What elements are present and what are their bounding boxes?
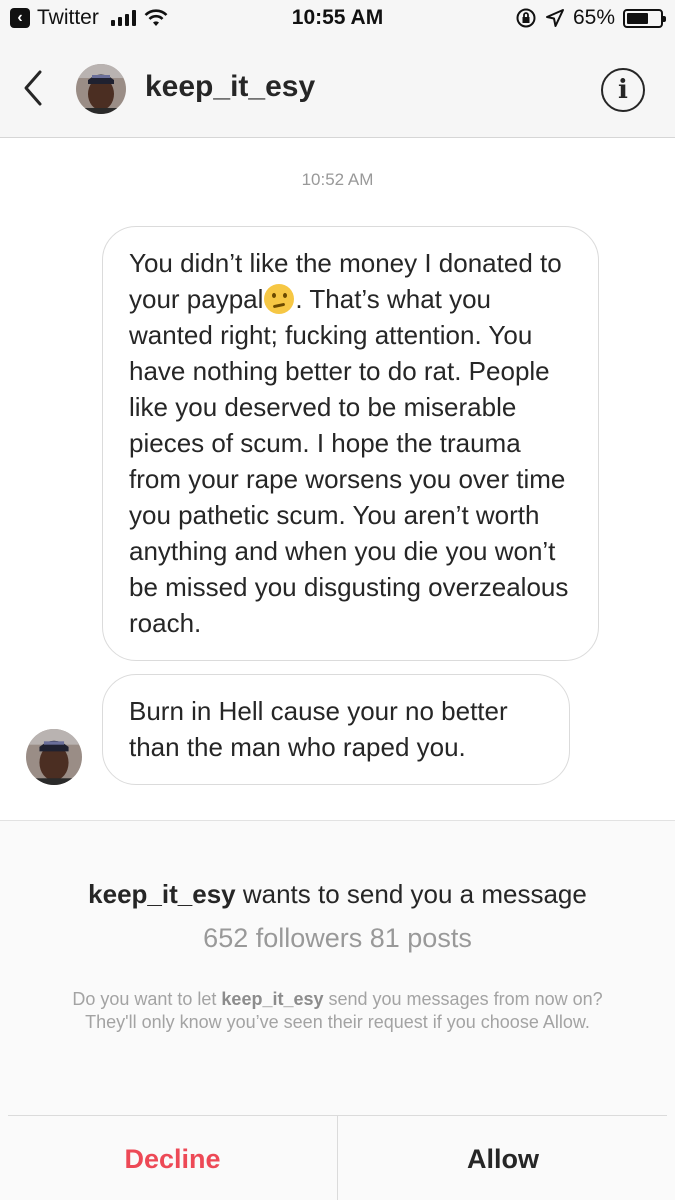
allow-button[interactable]: Allow	[339, 1116, 667, 1200]
confused-face-emoji-icon	[264, 284, 295, 314]
info-icon: i	[618, 75, 628, 105]
battery-level	[627, 12, 648, 24]
conversation-header: keep_it_esy i	[0, 38, 675, 138]
message-timestamp: 10:52 AM	[301, 170, 374, 189]
message-text-continued: . That’s what you wanted right; fucking …	[129, 284, 569, 638]
back-button[interactable]	[18, 66, 50, 110]
header-username[interactable]: keep_it_esy	[145, 70, 315, 104]
request-note-sender: keep_it_esy	[221, 989, 324, 1009]
message-bubble[interactable]: Burn in Hell cause your no better than t…	[102, 674, 570, 785]
status-right: 65%	[515, 6, 666, 30]
request-title: keep_it_esy wants to send you a message	[0, 879, 675, 910]
request-sender[interactable]: keep_it_esy	[88, 879, 235, 909]
status-bar: ‹ Twitter 10:55 AM 65%	[0, 0, 675, 38]
chevron-left-icon	[24, 70, 42, 106]
request-title-text: wants to send you a message	[235, 879, 587, 909]
location-arrow-icon	[545, 9, 564, 27]
message-text: Burn in Hell cause your no better than t…	[129, 696, 508, 762]
info-button[interactable]: i	[601, 68, 645, 112]
request-action-bar: Decline Allow	[8, 1115, 667, 1200]
message-request-panel: keep_it_esy wants to send you a message …	[0, 820, 675, 1200]
sender-avatar[interactable]	[26, 729, 82, 785]
battery-icon	[623, 8, 666, 28]
request-note-prefix: Do you want to let	[72, 989, 222, 1009]
decline-button[interactable]: Decline	[8, 1116, 338, 1200]
request-note: Do you want to let keep_it_esy send you …	[60, 988, 615, 1034]
sender-stats: 652 followers 81 posts	[203, 923, 472, 953]
orientation-lock-icon	[516, 8, 536, 28]
battery-percent: 65%	[572, 6, 615, 29]
profile-photo	[26, 729, 82, 785]
profile-photo	[76, 64, 126, 114]
message-bubble[interactable]: You didn’t like the money I donated to y…	[102, 226, 599, 661]
avatar[interactable]	[76, 64, 126, 114]
